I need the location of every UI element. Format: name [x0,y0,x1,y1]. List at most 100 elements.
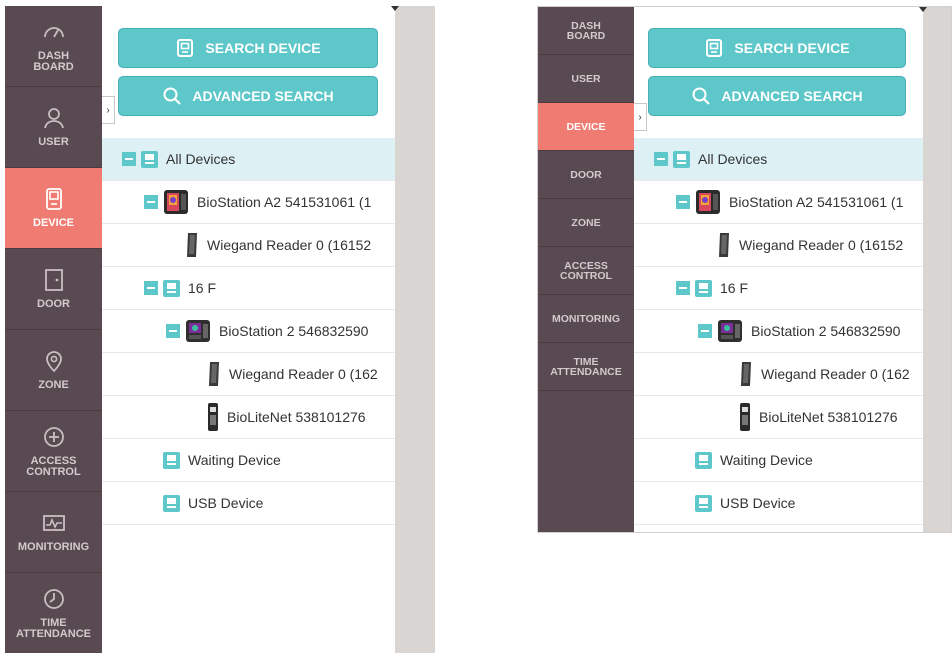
right-gutter [395,6,435,653]
tree-row-label: BioStation 2 546832590 [219,323,369,339]
sidebar-item-label: ZONE [38,379,69,391]
sidebar-item-device[interactable]: DEVICE [538,103,634,151]
sidebar-toggle-button[interactable]: › [634,103,647,131]
sidebar-item-door[interactable]: DOOR [5,249,102,330]
device-tree: All Devices BioStation A2 541531061 (1 Wie… [634,138,923,525]
sidebar-item-access-control[interactable]: ACCESS CONTROL [5,411,102,492]
reader-icon [717,232,731,258]
sidebar-item-monitoring[interactable]: MONITORING [538,295,634,343]
sidebar-item-label: DOOR [37,298,70,310]
sidebar-item-time-attendance[interactable]: TIME ATTENDANCE [538,343,634,391]
advanced-search-button[interactable]: ADVANCED SEARCH [118,76,378,116]
sidebar-item-label: DASH BOARD [566,19,606,42]
device-panel-compact: DASH BOARD USER DEVICE DOOR ZONE ACCESS CONTR… [537,6,952,533]
search-device-button[interactable]: SEARCH DEVICE [648,28,906,68]
collapse-icon[interactable] [144,281,158,295]
tree-row[interactable]: Waiting Device [634,439,923,482]
collapse-icon[interactable] [144,195,158,209]
collapse-icon[interactable] [676,195,690,209]
tree-row-label: All Devices [698,151,768,167]
device-content: SEARCH DEVICE ADVANCED SEARCH › All Devi… [102,6,395,653]
tree-row[interactable]: All Devices [102,138,395,181]
tree-row[interactable]: BioStation A2 541531061 (1 [634,181,923,224]
group-icon [163,451,180,469]
clock-icon [42,587,66,611]
tree-row[interactable]: Wiegand Reader 0 (16152 [634,224,923,267]
collapse-icon[interactable] [654,152,668,166]
advanced-search-label: ADVANCED SEARCH [721,88,863,104]
sidebar-item-zone[interactable]: ZONE [5,330,102,411]
tree-row-label: BioLiteNet 538101276 [759,409,898,425]
search-device-label: SEARCH DEVICE [205,40,321,56]
search-device-button[interactable]: SEARCH DEVICE [118,28,378,68]
sidebar-item-label: DEVICE [33,217,74,229]
biostation2-icon [185,318,211,344]
sidebar-item-label: TIME ATTENDANCE [16,616,91,640]
pulse-monitor-icon [42,511,66,535]
device-icon [175,38,195,58]
collapse-icon[interactable] [122,152,136,166]
sidebar-item-label: ZONE [571,216,601,229]
sidebar-item-device[interactable]: DEVICE [5,168,102,249]
device-panel-expanded: DASH BOARD USER DEVICE DOOR ZONE ACCESS CONTR… [5,6,435,653]
tree-row[interactable]: BioLiteNet 538101276 [634,396,923,439]
search-device-label: SEARCH DEVICE [734,40,850,56]
sidebar-item-label: DEVICE [566,120,606,133]
tree-row[interactable]: Waiting Device [102,439,395,482]
sidebar-item-label: ACCESS CONTROL [560,259,612,282]
tree-row[interactable]: All Devices [634,138,923,181]
tree-row[interactable]: BioStation A2 541531061 (1 [102,181,395,224]
tree-row[interactable]: 16 F [102,267,395,310]
group-icon [695,279,712,297]
tree-row[interactable]: BioLiteNet 538101276 [102,396,395,439]
sidebar-nav: DASH BOARD USER DEVICE DOOR ZONE ACCESS CONTR… [538,7,634,532]
sidebar-item-label: DASH BOARD [33,49,74,73]
group-icon [163,494,180,512]
tree-row[interactable]: 16 F [634,267,923,310]
biostation2-icon [717,318,743,344]
sidebar-toggle-button[interactable]: › [102,96,115,124]
sidebar-item-user[interactable]: USER [538,55,634,103]
tree-row[interactable]: USB Device [102,482,395,525]
sidebar-item-zone[interactable]: ZONE [538,199,634,247]
tree-row-label: Waiting Device [720,452,813,468]
sidebar-item-time-attendance[interactable]: TIME ATTENDANCE [5,573,102,653]
sidebar-item-monitoring[interactable]: MONITORING [5,492,102,573]
device-icon [42,187,66,211]
search-icon [691,86,711,106]
collapse-icon[interactable] [676,281,690,295]
search-icon [162,86,182,106]
sidebar-item-label: USER [571,72,601,85]
collapse-icon[interactable] [698,324,712,338]
door-icon [42,268,66,292]
caret-down-icon [919,7,927,12]
tree-row[interactable]: Wiegand Reader 0 (162 [102,353,395,396]
gauge-icon [42,20,66,44]
sidebar-item-dash-board[interactable]: DASH BOARD [5,6,102,87]
group-icon [673,150,690,168]
tree-row[interactable]: Wiegand Reader 0 (162 [634,353,923,396]
tree-row[interactable]: BioStation 2 546832590 [634,310,923,353]
collapse-icon[interactable] [166,324,180,338]
reader-icon [739,361,753,387]
sidebar-item-user[interactable]: USER [5,87,102,168]
biostation-a2-icon [163,189,189,215]
sidebar-item-dash-board[interactable]: DASH BOARD [538,7,634,55]
biolite-icon [207,402,219,432]
tree-row-label: Waiting Device [188,452,281,468]
location-pin-icon [42,349,66,373]
biostation-a2-icon [695,189,721,215]
tree-row[interactable]: Wiegand Reader 0 (16152 [102,224,395,267]
group-icon [695,451,712,469]
group-icon [695,494,712,512]
tree-row-label: BioStation A2 541531061 (1 [729,194,904,210]
tree-row[interactable]: BioStation 2 546832590 [102,310,395,353]
tree-row-label: BioStation 2 546832590 [751,323,901,339]
advanced-search-button[interactable]: ADVANCED SEARCH [648,76,906,116]
sidebar-item-label: ACCESS CONTROL [26,454,81,478]
tree-row-label: Wiegand Reader 0 (162 [229,366,378,382]
tree-row-label: 16 F [188,280,217,296]
tree-row[interactable]: USB Device [634,482,923,525]
sidebar-item-access-control[interactable]: ACCESS CONTROL [538,247,634,295]
sidebar-item-door[interactable]: DOOR [538,151,634,199]
